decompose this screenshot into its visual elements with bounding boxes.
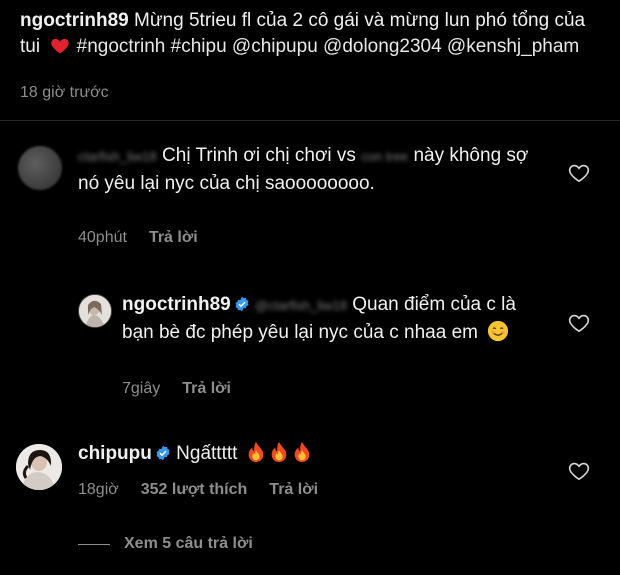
reply-1-mention[interactable]: @ctarfish_liw18	[255, 298, 347, 313]
comment-1-body-a: Chị Trinh ơi chị chơi vs	[162, 145, 356, 166]
view-replies-button[interactable]: Xem 5 câu trả lời	[78, 535, 253, 553]
comment-2-reply-button[interactable]: Trả lời	[269, 481, 318, 499]
avatar-photo	[79, 295, 111, 327]
reply-1-username[interactable]: ngoctrinh89	[122, 294, 231, 315]
verified-badge-icon	[235, 296, 249, 312]
reply-1: ngoctrinh89 @ctarfish_liw18 Quan điểm củ…	[0, 283, 620, 403]
view-replies-line	[78, 543, 110, 545]
comment-2-likes[interactable]: 352 lượt thích	[141, 481, 248, 499]
red-heart-emoji-icon	[51, 38, 70, 54]
comment-2-time: 18giờ	[78, 481, 119, 498]
caption-username[interactable]: ngoctrinh89	[20, 10, 129, 31]
avatar-chipupu[interactable]	[16, 444, 62, 490]
comment-2-meta: 18giờ 352 lượt thích Trả lời	[78, 481, 318, 499]
comment-1-text: ctarfish_liw18 Chị Trinh ơi chị chơi vs …	[78, 142, 548, 197]
heart-outline-icon[interactable]	[568, 461, 590, 481]
avatar-photo	[16, 444, 62, 490]
smiling-face-emoji-icon	[488, 320, 509, 342]
comment-1-username[interactable]: ctarfish_liw18	[78, 149, 157, 164]
reply-1-meta: 7giây Trả lời	[122, 380, 231, 398]
avatar-blurred[interactable]	[18, 146, 62, 190]
reply-1-time: 7giây	[122, 380, 161, 397]
comment-1-time: 40phút	[78, 229, 127, 246]
comment-1-reply-button[interactable]: Trả lời	[149, 229, 198, 247]
comment-2-username[interactable]: chipupu	[78, 443, 152, 464]
caption-tags[interactable]: #ngoctrinh #chipu @chipupu @dolong2304 @…	[77, 36, 580, 57]
reply-1-reply-button[interactable]: Trả lời	[182, 380, 231, 398]
comment-2: chipupu Ngấttttt 18giờ 352 lượt thích Tr…	[0, 432, 620, 522]
heart-outline-icon[interactable]	[568, 163, 590, 183]
caption-divider	[0, 120, 620, 121]
caption-timestamp: 18 giờ trước	[20, 84, 109, 101]
post-caption: ngoctrinh89 Mừng 5trieu fl của 2 cô gái …	[20, 8, 600, 60]
view-replies-label: Xem 5 câu trả lời	[124, 535, 253, 552]
comment-1: ctarfish_liw18 Chị Trinh ơi chị chơi vs …	[0, 130, 620, 260]
fire-emoji-icon	[271, 441, 287, 463]
fire-emoji-icon	[248, 441, 264, 463]
heart-outline-icon[interactable]	[568, 313, 590, 333]
fire-emoji-icon	[294, 441, 310, 463]
reply-1-text: ngoctrinh89 @ctarfish_liw18 Quan điểm củ…	[122, 291, 552, 346]
comment-1-mention[interactable]: con tree	[361, 149, 408, 164]
comment-2-body: Ngấttttt	[176, 443, 238, 464]
avatar-ngoctrinh89[interactable]	[78, 294, 112, 328]
verified-badge-icon	[156, 445, 170, 461]
comment-2-text: chipupu Ngấttttt	[78, 440, 548, 467]
comment-1-meta: 40phút Trả lời	[78, 229, 198, 247]
